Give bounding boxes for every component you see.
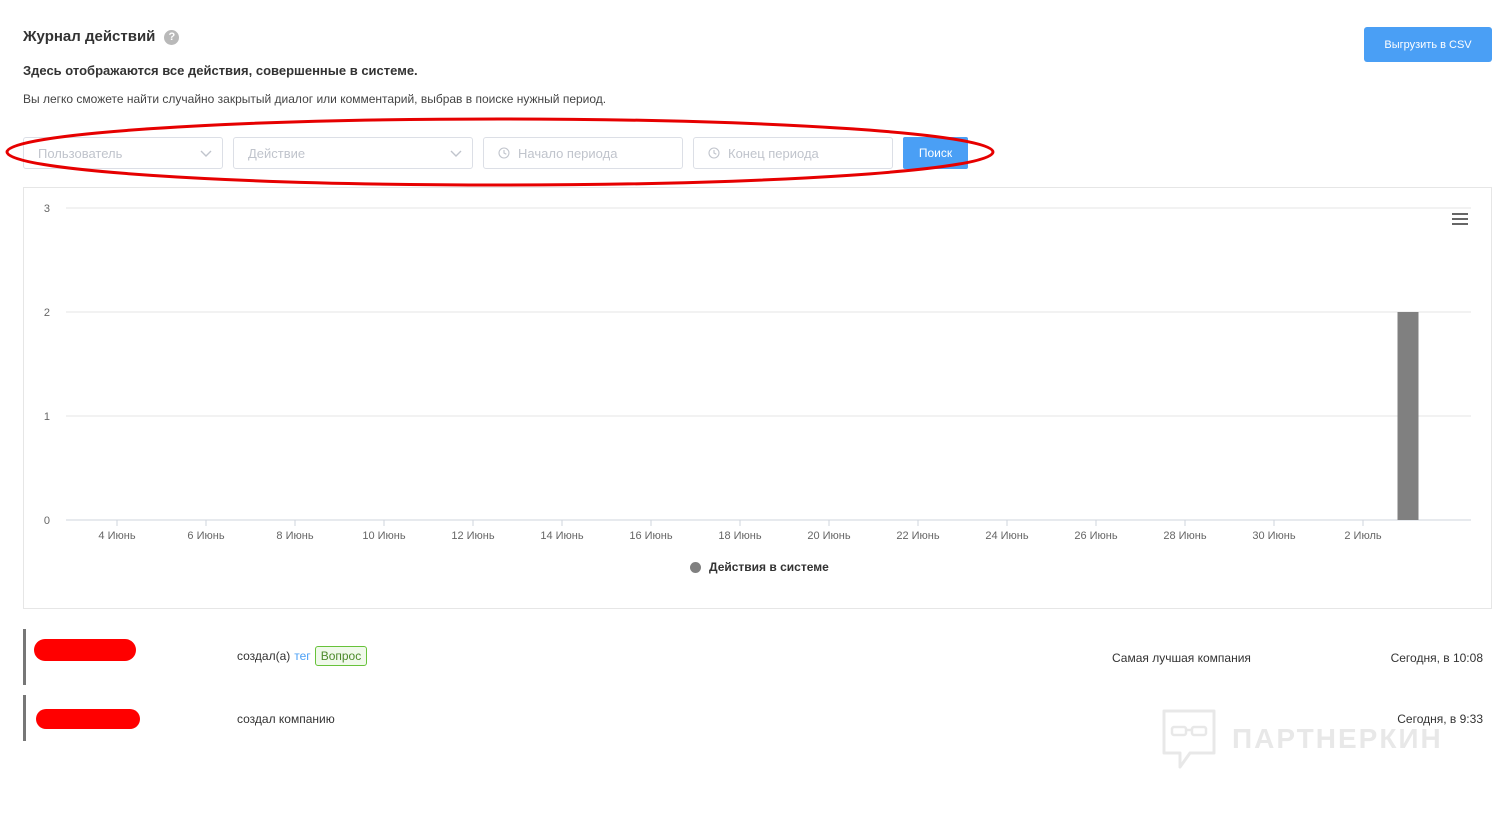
x-tick-label: 16 Июнь <box>629 530 673 542</box>
x-tick-label: 14 Июнь <box>540 530 584 542</box>
x-tick-label: 6 Июнь <box>187 530 224 542</box>
y-tick-label: 3 <box>44 203 50 215</box>
log-action-text: создал компанию <box>237 712 335 726</box>
chart-bar <box>1397 312 1419 520</box>
chevron-down-icon <box>450 150 462 157</box>
y-tick-label: 2 <box>44 307 50 319</box>
watermark-text: ПАРТНЕРКИН <box>1232 723 1443 754</box>
export-csv-button[interactable]: Выгрузить в CSV <box>1364 27 1492 62</box>
log-company[interactable]: Самая лучшая компания <box>1112 651 1251 665</box>
watermark: ПАРТНЕРКИН <box>1160 707 1443 771</box>
redacted-user <box>36 709 140 729</box>
chart-menu-icon[interactable] <box>1452 213 1468 227</box>
legend-marker <box>690 561 701 573</box>
page-description: Вы легко сможете найти случайно закрытый… <box>23 92 607 106</box>
x-tick-label: 20 Июнь <box>807 530 851 542</box>
action-select-placeholder: Действие <box>248 145 306 161</box>
page-title: Журнал действий ? <box>23 28 180 45</box>
x-tick-label: 28 Июнь <box>1163 530 1207 542</box>
x-tick-label: 22 Июнь <box>896 530 940 542</box>
user-select-placeholder: Пользователь <box>38 145 123 161</box>
action-select[interactable]: Действие <box>233 137 473 169</box>
clock-icon <box>708 147 720 159</box>
x-tick-label: 4 Июнь <box>98 530 135 542</box>
legend-label: Действия в системе <box>709 560 829 574</box>
log-action-text: создал(а) <box>237 649 291 663</box>
x-tick-label: 30 Июнь <box>1252 530 1296 542</box>
end-date-input[interactable]: Конец периода <box>693 137 893 169</box>
actions-chart: 0 1 2 3 4 Июнь 6 Июнь 8 Июнь 10 Июнь 12 Июнь 14 И… <box>23 187 1492 609</box>
y-tick-label: 1 <box>44 411 50 423</box>
user-select[interactable]: Пользователь <box>23 137 223 169</box>
help-icon[interactable]: ? <box>164 30 180 45</box>
x-tick-label: 26 Июнь <box>1074 530 1118 542</box>
log-time: Сегодня, в 10:08 <box>1390 651 1483 665</box>
redacted-user <box>34 639 136 661</box>
x-tick-label: 12 Июнь <box>451 530 495 542</box>
chart-legend[interactable]: Действия в системе <box>690 560 829 574</box>
x-tick-label: 2 Июль <box>1344 530 1382 542</box>
x-tick-label: 10 Июнь <box>362 530 406 542</box>
search-button[interactable]: Поиск <box>903 137 968 169</box>
chart-canvas: 0 1 2 3 4 Июнь 6 Июнь 8 Июнь 10 Июнь 12 Июнь 14 И… <box>44 203 1471 542</box>
tag-badge[interactable]: Вопрос <box>314 646 368 666</box>
page-title-text: Журнал действий <box>23 28 156 45</box>
end-date-placeholder: Конец периода <box>728 145 819 161</box>
x-tick-label: 8 Июнь <box>276 530 313 542</box>
watermark-logo-icon <box>1162 709 1216 769</box>
log-row: создал(а) тег Вопрос Самая лучшая компан… <box>23 629 1492 685</box>
log-action: создал(а) тег Вопрос <box>237 646 368 666</box>
start-date-input[interactable]: Начало периода <box>483 137 683 169</box>
chevron-down-icon <box>200 150 212 157</box>
y-tick-label: 0 <box>44 515 50 527</box>
x-tick-label: 18 Июнь <box>718 530 762 542</box>
tag-link[interactable]: тег <box>294 649 310 663</box>
page-subtitle: Здесь отображаются все действия, соверше… <box>23 63 418 78</box>
start-date-placeholder: Начало периода <box>518 145 618 161</box>
clock-icon <box>498 147 510 159</box>
x-tick-label: 24 Июнь <box>985 530 1029 542</box>
log-action: создал компанию <box>237 712 335 726</box>
